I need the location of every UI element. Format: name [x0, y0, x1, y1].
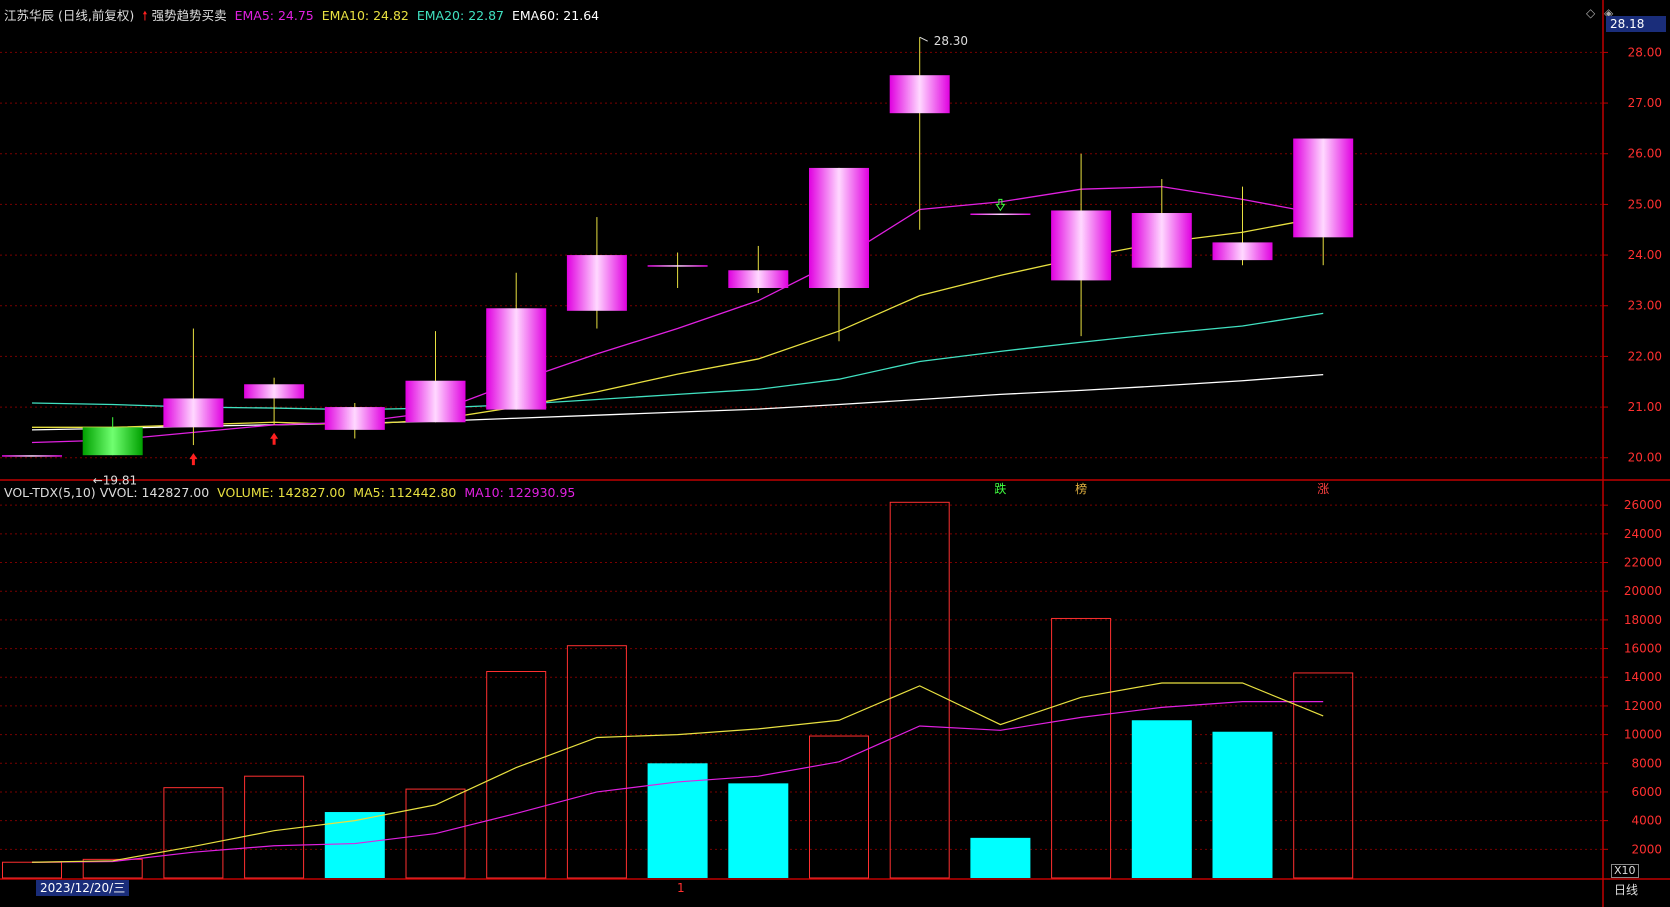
volume-bar-down — [970, 837, 1031, 878]
price-tick-label: 21.00 — [1628, 400, 1662, 414]
volume-bar-up — [1293, 672, 1354, 879]
price-panel-header: 江苏华辰 (日线,前复权) 🠕 强势趋势买卖 EMA5: 24.75 EMA10: 24… — [4, 5, 607, 28]
price-tick-label: 27.00 — [1628, 96, 1662, 110]
volume-bar-up — [2, 861, 62, 879]
price-tick-label: 22.00 — [1628, 349, 1662, 363]
volume-ma10-value: MA10: 122930.95 — [464, 485, 576, 500]
candle-up — [2, 455, 62, 457]
volume-tick-label: 26000 — [1624, 498, 1662, 512]
signal-label: 跌 — [994, 481, 1006, 496]
candle-up — [1212, 242, 1273, 261]
volume-panel-header: VOL-TDX(5,10) VVOL: 142827.00 VOLUME: 1428… — [4, 485, 583, 500]
candle-up — [566, 255, 627, 311]
volume-bar-down — [1131, 720, 1192, 878]
volume-bar-up — [486, 671, 547, 879]
ema10-line — [32, 216, 1324, 428]
candle-up — [889, 75, 950, 114]
period-label[interactable]: 日线 — [1614, 881, 1638, 898]
volume-bar-up — [163, 787, 224, 879]
candle-up — [647, 265, 708, 267]
volume-tick-label: 16000 — [1624, 642, 1662, 656]
volume-bar-up — [809, 735, 869, 879]
candle-up — [728, 270, 789, 288]
current-price-badge: 28.18 — [1606, 16, 1666, 32]
candle-up — [809, 167, 869, 288]
volume-tick-label: 20000 — [1624, 584, 1662, 598]
ema10-value: EMA10: 24.82 — [321, 8, 409, 23]
candle-up — [1293, 138, 1354, 238]
buy-arrow-icon — [189, 453, 198, 466]
ema60-value: EMA60: 21.64 — [511, 8, 600, 23]
price-tick-label: 25.00 — [1628, 197, 1662, 211]
volume-indicator-name[interactable]: VOL-TDX(5,10) — [4, 485, 96, 500]
volume-bar-down — [1212, 731, 1273, 878]
price-tick-label: 28.00 — [1628, 45, 1662, 59]
candle-down — [82, 427, 143, 456]
volume-tick-label: 8000 — [1631, 756, 1662, 770]
volume-bar-up — [1051, 617, 1112, 879]
buy-signal-icon: 🠕 — [142, 8, 148, 23]
stock-title[interactable]: 江苏华辰 (日线,前复权) — [4, 8, 134, 23]
price-tick-label: 23.00 — [1628, 299, 1662, 313]
stock-chart[interactable]: 28.00 27.00 26.00 25.00 24.00 23.00 22.00 21.00… — [0, 0, 1670, 907]
volume-bar-down — [324, 812, 385, 878]
volume-tick-label: 4000 — [1631, 814, 1662, 828]
volume-unit-label: X10 — [1611, 864, 1639, 878]
volume-ma5-value: MA5: 112442.80 — [353, 485, 457, 500]
high-pointer — [919, 36, 928, 42]
candle-up — [486, 308, 547, 410]
ema20-value: EMA20: 22.87 — [416, 8, 504, 23]
volume-tick-label: 22000 — [1624, 556, 1662, 570]
candle-up — [1131, 213, 1192, 268]
vvol-value: VVOL: 142827.00 — [99, 485, 210, 500]
volume-bar-down — [728, 783, 789, 878]
high-price-label: 28.30 — [934, 34, 968, 48]
volume-tick-label: 24000 — [1624, 527, 1662, 541]
diamond-icon[interactable]: ◇ — [1586, 6, 1595, 20]
signal-label: 榜 — [1075, 481, 1087, 496]
volume-bar-up — [566, 645, 627, 879]
candle-up — [163, 398, 224, 428]
ema5-value: EMA5: 24.75 — [234, 8, 314, 23]
candle-up — [1051, 210, 1112, 281]
date-label: 2023/12/20/三 — [36, 880, 130, 896]
cursor-marker: 1 — [677, 881, 685, 895]
signal-label: 涨 — [1317, 481, 1329, 496]
volume-value: VOLUME: 142827.00 — [217, 485, 346, 500]
candle-up — [405, 380, 466, 423]
price-tick-label: 26.00 — [1628, 147, 1662, 161]
volume-tick-label: 10000 — [1624, 728, 1662, 742]
volume-bar-up — [244, 775, 305, 879]
candle-up — [244, 384, 305, 399]
ema5-line — [31, 186, 1324, 444]
volume-tick-label: 18000 — [1624, 613, 1662, 627]
price-tick-label: 20.00 — [1628, 451, 1662, 465]
volume-tick-label: 12000 — [1624, 699, 1662, 713]
buy-arrow-icon — [270, 432, 279, 445]
candle-up — [970, 213, 1031, 216]
volume-tick-label: 6000 — [1631, 785, 1662, 799]
ema60-line — [31, 373, 1324, 431]
volume-tick-label: 14000 — [1624, 670, 1662, 684]
ema20-line — [31, 312, 1324, 411]
volume-tick-label: 2000 — [1631, 842, 1662, 856]
volume-bar-up — [889, 501, 950, 879]
candle-up — [324, 407, 385, 430]
price-tick-label: 24.00 — [1628, 248, 1662, 262]
indicator-name[interactable]: 强势趋势买卖 — [152, 8, 227, 23]
